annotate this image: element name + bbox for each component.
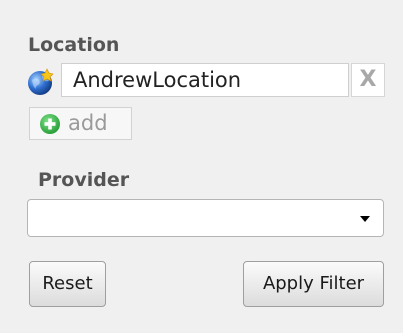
provider-select[interactable] bbox=[27, 199, 384, 237]
location-label: Location bbox=[28, 34, 120, 56]
location-entry: AndrewLocation X bbox=[25, 63, 385, 99]
reset-button[interactable]: Reset bbox=[29, 261, 106, 307]
apply-filter-button[interactable]: Apply Filter bbox=[243, 261, 384, 307]
dropdown-arrow-icon bbox=[360, 216, 370, 222]
globe-icon bbox=[28, 68, 54, 95]
filter-panel: Location AndrewLocation X add Provider R… bbox=[0, 0, 403, 333]
plus-circle-icon bbox=[40, 114, 60, 134]
add-location-label: add bbox=[68, 111, 108, 135]
provider-label: Provider bbox=[38, 169, 130, 191]
remove-location-button[interactable]: X bbox=[351, 63, 385, 97]
location-value-field[interactable]: AndrewLocation bbox=[61, 63, 349, 97]
add-location-button[interactable]: add bbox=[29, 107, 132, 140]
